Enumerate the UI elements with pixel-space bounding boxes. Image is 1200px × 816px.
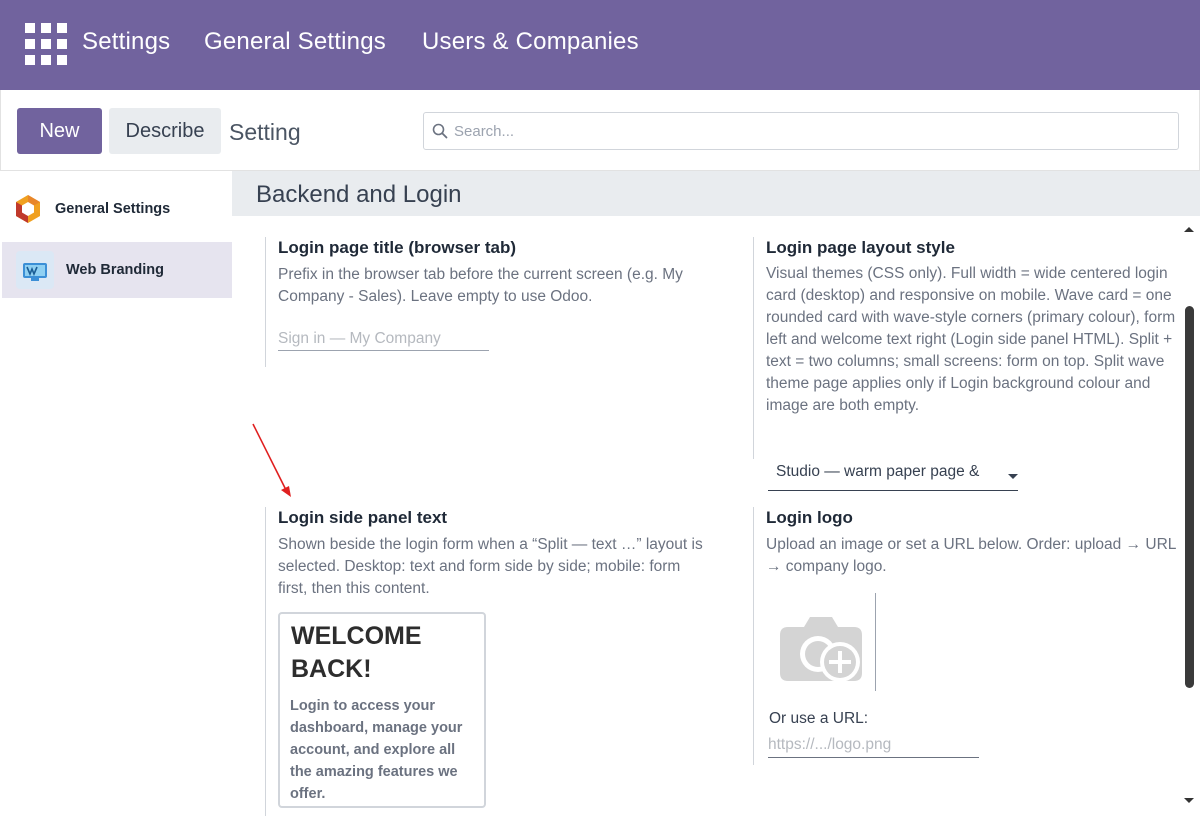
app-name-settings[interactable]: Settings xyxy=(82,28,170,56)
logo-url-label: Or use a URL: xyxy=(769,710,869,727)
welcome-heading: WELCOME BACK! xyxy=(291,622,422,683)
sidebar-item-label: General Settings xyxy=(55,201,171,217)
describe-button[interactable]: Describe xyxy=(109,108,221,154)
menu-users-companies[interactable]: Users & Companies xyxy=(422,28,639,56)
camera-add-icon[interactable] xyxy=(776,607,866,687)
chevron-down-icon xyxy=(1008,474,1018,479)
scroll-down-icon[interactable] xyxy=(1184,798,1194,803)
login-title-input[interactable] xyxy=(278,327,489,351)
scroll-up-icon[interactable] xyxy=(1184,227,1194,232)
side-panel-html-editor[interactable]: WELCOME BACK! Login to access your dashb… xyxy=(278,612,486,808)
control-panel: New Describe Setting xyxy=(0,90,1200,171)
welcome-text: Login to access your dashboard, manage y… xyxy=(290,698,463,802)
settings-sidebar: General Settings Web Branding xyxy=(0,171,232,816)
search-icon xyxy=(432,123,448,139)
layout-style-select[interactable]: Studio — warm paper page & xyxy=(768,461,1018,491)
search-input[interactable] xyxy=(454,113,1174,149)
odoo-logo-icon xyxy=(16,195,40,223)
sidebar-item-general-settings[interactable]: General Settings xyxy=(2,181,232,237)
apps-grid-icon[interactable] xyxy=(25,23,67,65)
new-button[interactable]: New xyxy=(17,108,102,154)
menu-general-settings[interactable]: General Settings xyxy=(204,28,386,56)
web-branding-icon xyxy=(16,251,54,289)
setting-description: Shown beside the login form when a “Spli… xyxy=(278,536,703,597)
layout-style-selected-value: Studio — warm paper page & xyxy=(776,463,980,480)
section-title: Backend and Login xyxy=(256,181,462,208)
setting-description: Prefix in the browser tab before the cur… xyxy=(278,266,683,305)
sidebar-item-label: Web Branding xyxy=(66,262,165,278)
setting-description: Visual themes (CSS only). Full width = w… xyxy=(766,265,1176,414)
search-box[interactable] xyxy=(423,112,1179,150)
section-header: Backend and Login xyxy=(232,171,1200,216)
annotation-arrow-icon xyxy=(252,423,291,497)
setting-description: Upload an image or set a URL below. Orde… xyxy=(766,536,1176,575)
setting-title: Login logo xyxy=(766,508,853,527)
scroll-thumb[interactable] xyxy=(1185,306,1194,688)
setting-title: Login page title (browser tab) xyxy=(278,238,517,257)
settings-content: Backend and Login Login page title (brow… xyxy=(232,171,1200,816)
setting-login-layout-style: Login page layout style Visual themes (C… xyxy=(753,237,1181,459)
logo-divider xyxy=(875,593,876,691)
top-navbar: Settings General Settings Users & Compan… xyxy=(0,0,1200,90)
page-title: Setting xyxy=(229,119,301,145)
setting-title: Login page layout style xyxy=(766,238,955,257)
sidebar-item-web-branding[interactable]: Web Branding xyxy=(2,242,232,298)
setting-title: Login side panel text xyxy=(278,508,448,527)
logo-url-input[interactable] xyxy=(768,732,979,758)
